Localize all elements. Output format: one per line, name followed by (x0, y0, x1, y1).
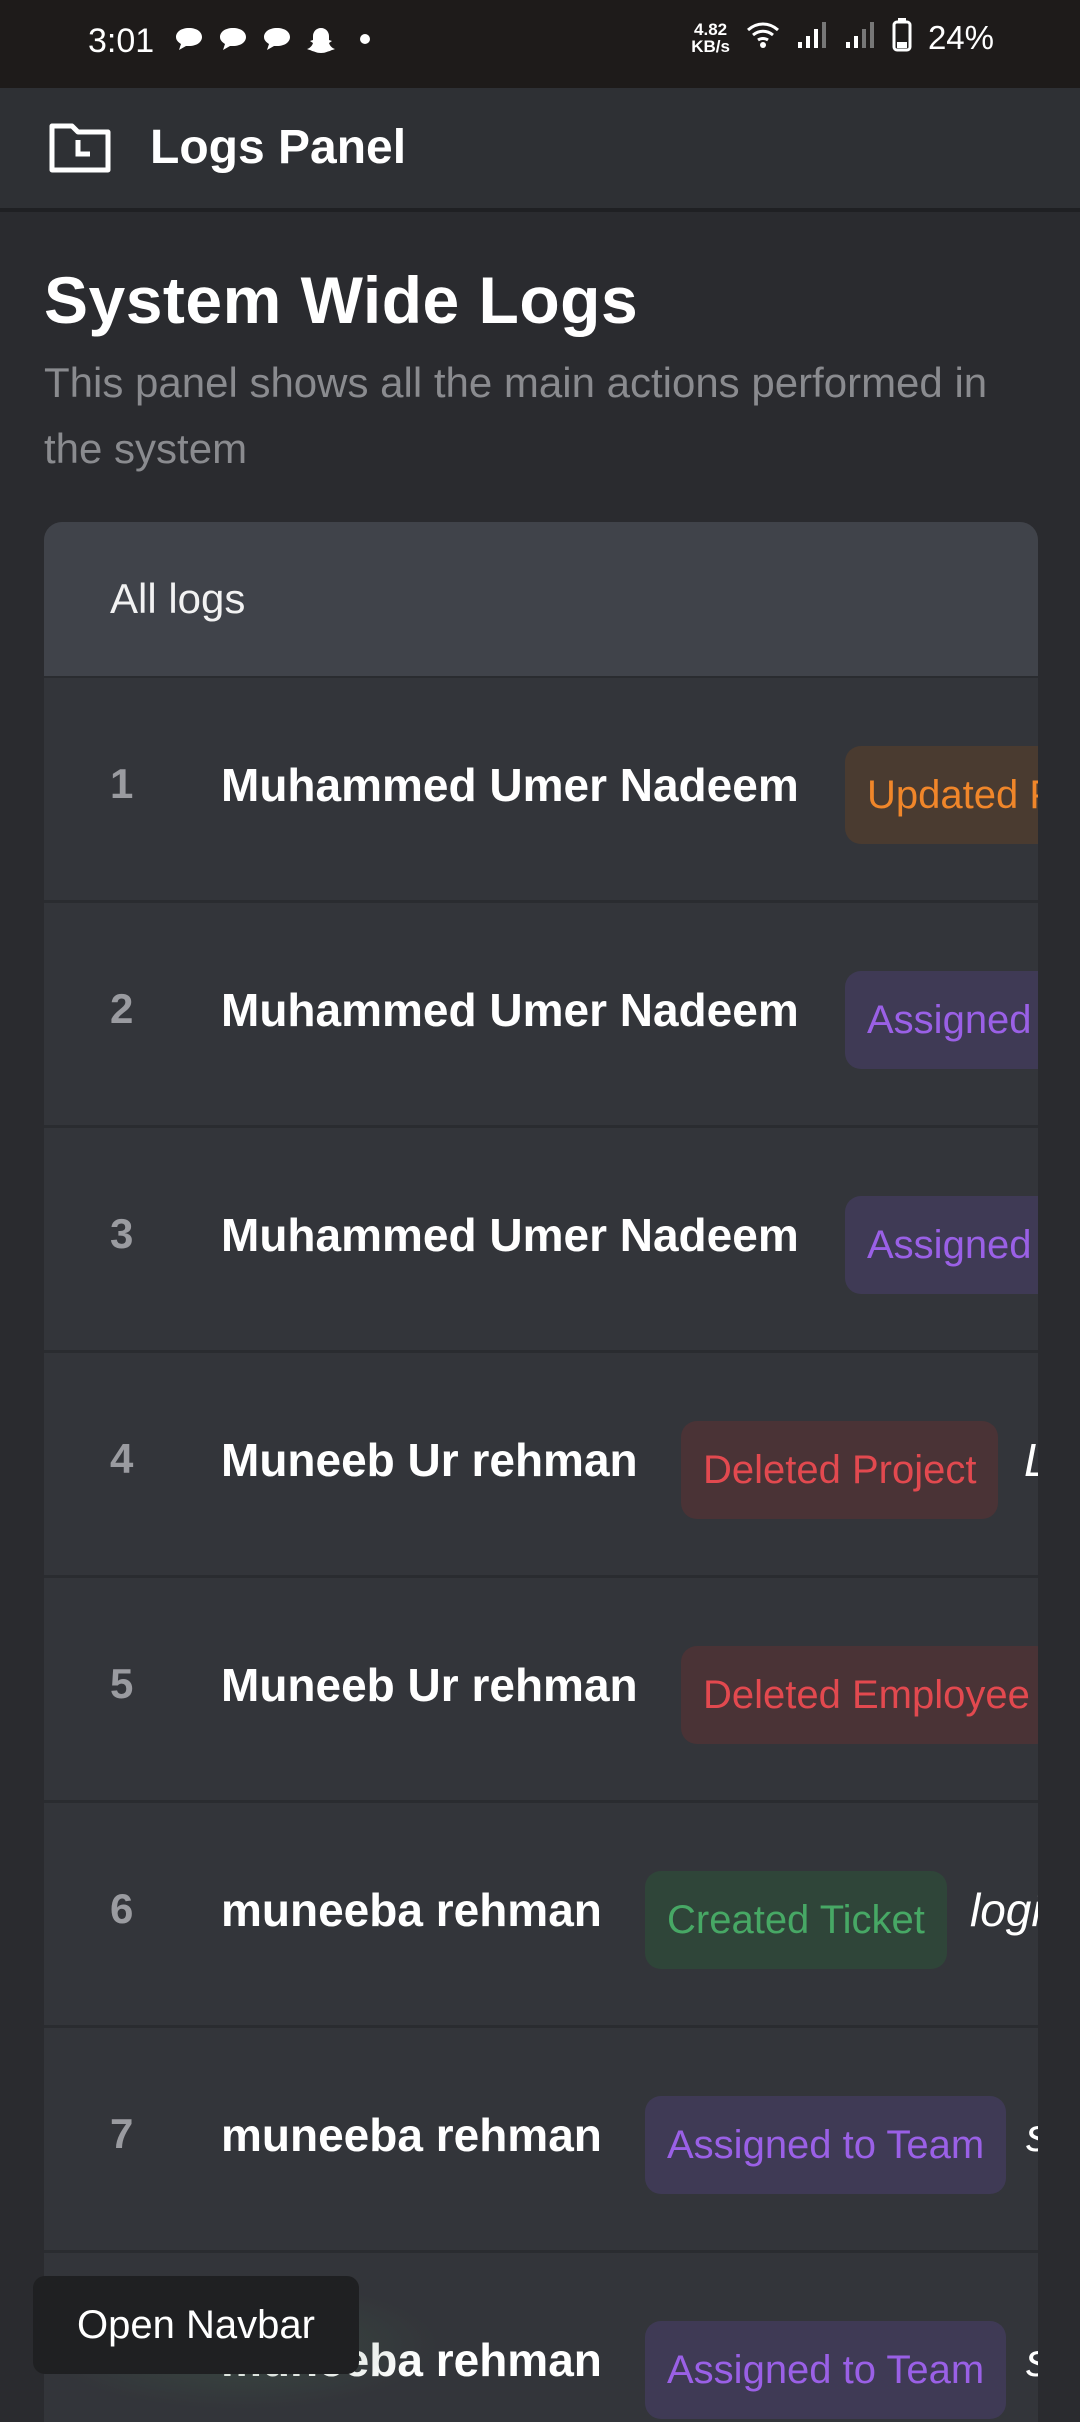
table-row: 3 Muhammed Umer Nadeem Assigned (44, 1128, 1038, 1353)
action-badge: Updated P (845, 746, 1038, 844)
table-row: 1 Muhammed Umer Nadeem Updated P (44, 678, 1038, 903)
logs-table: All logs 1 Muhammed Umer Nadeem Updated … (44, 522, 1038, 2422)
table-row: 7 muneeba rehman Assigned to Team s (44, 2028, 1038, 2253)
net-speed: 4.82 KB/s (691, 21, 730, 55)
table-row: 2 Muhammed Umer Nadeem Assigned (44, 903, 1038, 1128)
row-user: muneeba rehman (221, 2109, 602, 2161)
page-title: System Wide Logs (44, 263, 639, 337)
logs-table-title: All logs (110, 575, 246, 622)
status-time: 3:01 (88, 22, 155, 60)
app-title: Logs Panel (150, 121, 407, 174)
snapchat-ghost-icon (306, 26, 336, 53)
open-navbar-button[interactable]: Open Navbar (33, 2276, 359, 2374)
row-index: 1 (110, 760, 134, 807)
action-badge: Deleted Project (681, 1421, 999, 1519)
table-row: 4 Muneeb Ur rehman Deleted Project L (44, 1353, 1038, 1578)
row-index: 3 (110, 1210, 134, 1257)
row-user: muneeba rehman (221, 1884, 602, 1936)
status-bar: 3:01 4.82 KB/s 24% (0, 0, 1080, 88)
status-right: 4.82 KB/s 24% (691, 18, 994, 57)
row-detail: L (1024, 1433, 1038, 1487)
row-user: Muhammed Umer Nadeem (221, 984, 799, 1036)
chat-bubble-icon (218, 26, 248, 52)
row-detail: s (1026, 2108, 1038, 2162)
action-badge: Assigned (845, 1196, 1038, 1294)
signal-icon (844, 20, 876, 55)
chat-bubble-icon (262, 26, 292, 52)
more-dot-icon (360, 34, 370, 44)
action-badge: Assigned (845, 971, 1038, 1069)
folder-clock-icon (48, 118, 112, 176)
row-index: 7 (110, 2110, 134, 2157)
battery-percent: 24% (927, 18, 994, 56)
signal-icon (796, 20, 828, 55)
action-badge: Deleted Employee (681, 1646, 1038, 1744)
row-user: Muneeb Ur rehman (221, 1659, 638, 1711)
action-badge: Assigned to Team (645, 2096, 1007, 2194)
notification-icons (174, 26, 370, 53)
row-user: Muhammed Umer Nadeem (221, 759, 799, 811)
action-badge: Created Ticket (645, 1871, 947, 1969)
action-badge: Assigned to Team (645, 2321, 1007, 2419)
row-index: 6 (110, 1885, 134, 1932)
wifi-icon (746, 21, 780, 54)
table-row: 6 muneeba rehman Created Ticket logi (44, 1803, 1038, 2028)
row-index: 4 (110, 1435, 134, 1482)
net-speed-value: 4.82 (694, 19, 728, 39)
battery-icon (892, 18, 912, 57)
table-row: 5 Muneeb Ur rehman Deleted Employee (44, 1578, 1038, 1803)
chat-bubble-icon (174, 26, 204, 52)
row-index: 2 (110, 985, 134, 1032)
row-detail: logi (970, 1884, 1038, 1936)
app-bar: Logs Panel (0, 88, 1080, 212)
row-user: Muneeb Ur rehman (221, 1434, 638, 1486)
logs-table-header: All logs (44, 522, 1038, 678)
row-index: 5 (110, 1660, 134, 1707)
net-speed-unit: KB/s (691, 36, 730, 56)
row-user: Muhammed Umer Nadeem (221, 1209, 799, 1261)
page-subtitle: This panel shows all the main actions pe… (44, 359, 988, 472)
row-detail: s (1026, 2333, 1038, 2387)
